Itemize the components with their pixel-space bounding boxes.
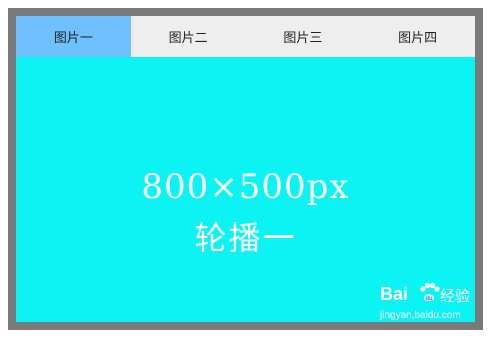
tab-image-2[interactable]: 图片二 — [131, 16, 246, 57]
tab-image-1[interactable]: 图片一 — [16, 16, 131, 57]
watermark-brand-left: Bai — [380, 284, 409, 304]
watermark-brand-right: 经验 — [440, 287, 471, 305]
slide-size-text: 800×500px — [141, 167, 350, 207]
svg-text:du: du — [425, 296, 433, 302]
carousel: 图片一 图片二 图片三 图片四 800×500px 轮播一 — [16, 16, 475, 322]
paw-icon: du — [420, 282, 440, 302]
carousel-slide: 800×500px 轮播一 — [16, 57, 475, 322]
slide-title: 轮播一 — [194, 219, 297, 257]
tab-image-3[interactable]: 图片三 — [246, 16, 361, 57]
carousel-frame: 图片一 图片二 图片三 图片四 800×500px 轮播一 — [8, 8, 483, 330]
baidu-jingyan-watermark: Bai du 经验 jingyan.baidu.com — [380, 282, 475, 328]
watermark-url: jingyan.baidu.com — [380, 310, 461, 321]
carousel-tabs: 图片一 图片二 图片三 图片四 — [16, 16, 475, 57]
tab-image-4[interactable]: 图片四 — [360, 16, 475, 57]
